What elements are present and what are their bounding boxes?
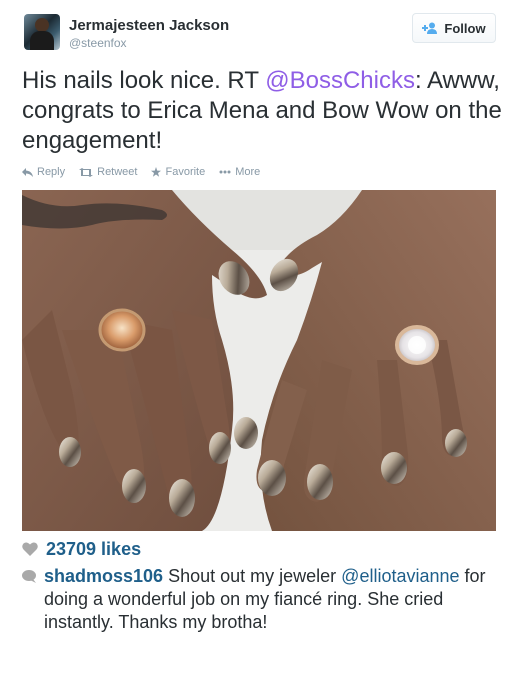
- tweet-text-before: His nails look nice. RT: [22, 67, 266, 94]
- reply-action[interactable]: Reply: [22, 166, 65, 178]
- user-plus-icon: [422, 22, 438, 34]
- avatar-body: [30, 31, 54, 50]
- avatar[interactable]: [24, 14, 60, 50]
- likes-count: 23709 likes: [46, 538, 142, 559]
- comment-mention[interactable]: @elliotavianne: [341, 566, 459, 586]
- instagram-caption: 23709 likes shadmoss106 Shout out my jew…: [22, 537, 496, 634]
- avatar-head: [35, 18, 49, 32]
- retweet-action[interactable]: Retweet: [79, 166, 137, 178]
- comment-body: shadmoss106 Shout out my jeweler @elliot…: [44, 565, 496, 634]
- tweet-photo[interactable]: [22, 190, 496, 531]
- author-handle[interactable]: @steenfox: [69, 36, 127, 50]
- tweet-text: His nails look nice. RT @BossChicks: Aww…: [22, 66, 502, 156]
- speech-bubble-icon: [22, 570, 36, 583]
- tweet-mention-link[interactable]: @BossChicks: [265, 67, 415, 94]
- more-label: More: [235, 166, 261, 178]
- likes-row: 23709 likes: [22, 537, 496, 561]
- heart-icon: [22, 542, 38, 556]
- star-icon: [151, 167, 162, 177]
- tweet-actions: Reply Retweet Favorite More: [22, 166, 260, 178]
- comment: shadmoss106 Shout out my jeweler @elliot…: [22, 565, 496, 634]
- favorite-action[interactable]: Favorite: [151, 166, 205, 178]
- follow-button[interactable]: Follow: [412, 13, 496, 43]
- reply-label: Reply: [37, 166, 66, 178]
- author-name[interactable]: Jermajesteen Jackson: [69, 17, 229, 34]
- favorite-label: Favorite: [165, 166, 206, 178]
- comment-username[interactable]: shadmoss106: [44, 566, 163, 586]
- comment-text-1: Shout out my jeweler: [163, 566, 342, 586]
- more-action[interactable]: More: [219, 166, 260, 178]
- ellipsis-icon: [219, 170, 231, 174]
- reply-icon: [22, 167, 33, 177]
- nails-photo-illustration: [22, 190, 496, 531]
- retweet-icon: [79, 167, 94, 177]
- follow-label: Follow: [444, 20, 486, 36]
- retweet-label: Retweet: [97, 166, 138, 178]
